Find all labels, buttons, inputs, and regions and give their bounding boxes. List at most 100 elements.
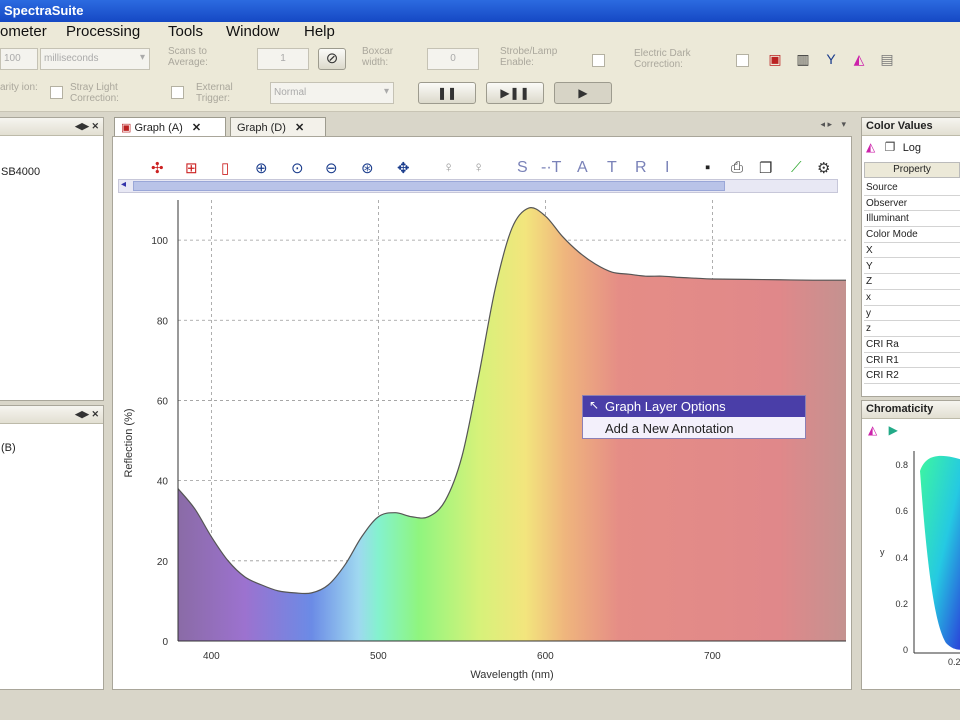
integration-time-input[interactable]: 100 <box>0 48 38 70</box>
tool-r[interactable]: R <box>635 159 647 177</box>
menu-item-label: Add a New Annotation <box>605 421 734 436</box>
electric-dark-checkbox[interactable] <box>736 54 749 67</box>
menu-processing[interactable]: Processing <box>66 23 140 40</box>
scrollbar-thumb[interactable] <box>133 181 725 191</box>
panel-controls-icon[interactable]: ◀▶ ✕ <box>75 409 99 420</box>
panel-title: Color Values <box>866 120 933 132</box>
tool-i[interactable]: I <box>665 159 669 177</box>
chroma-x-tick: 0.2 <box>948 657 960 667</box>
property-row: CRI R2 <box>864 368 960 385</box>
tab-label: Graph (A) <box>134 122 183 134</box>
external-trigger-label: External Trigger: <box>196 82 233 104</box>
zoom-box-icon[interactable]: ⊛ <box>361 159 374 177</box>
menu-item-label: Graph Layer Options <box>605 399 726 414</box>
copy-icon[interactable]: ❐ <box>759 159 772 177</box>
property-row: y <box>864 306 960 322</box>
tool-s[interactable]: S <box>517 159 528 177</box>
copy-icon[interactable]: ❐ <box>885 140 896 154</box>
panel-controls-icon[interactable]: ◀▶ ✕ <box>75 121 99 132</box>
save-icon[interactable]: ▪ <box>705 159 710 176</box>
chevron-down-icon: ▾ <box>383 86 389 97</box>
chroma-tick: 0.8 <box>895 460 908 470</box>
boxcar-value: 0 <box>450 53 456 64</box>
chroma-ylabel: y <box>880 547 885 557</box>
menu-help[interactable]: Help <box>304 23 335 40</box>
property-table: Source Observer Illuminant Color Mode X Y Zx y z… <box>864 180 960 394</box>
boxcar-width-input[interactable]: 0 <box>427 48 479 70</box>
cursor-icon: ↖ <box>589 398 600 412</box>
title-bar: SpectraSuite <box>0 0 960 22</box>
graph-context-menu: ↖ Graph Layer Options Add a New Annotati… <box>582 395 806 439</box>
graph-layer-options-item[interactable]: ↖ Graph Layer Options <box>583 396 805 417</box>
strobe-label: Strobe/Lamp Enable: <box>500 46 558 68</box>
image-icon[interactable]: ▣ <box>766 50 784 68</box>
print-icon[interactable]: ⎙ <box>731 159 743 176</box>
strobe-enable-checkbox[interactable] <box>592 54 605 67</box>
tab-label: Graph (D) <box>237 122 286 134</box>
play-button[interactable]: ▶ <box>554 82 612 104</box>
columns-icon[interactable]: ▥ <box>794 50 812 68</box>
property-header: Property <box>864 162 960 178</box>
zoom-fit-icon[interactable]: ⊙ <box>291 159 304 177</box>
trigger-mode-select[interactable]: Normal ▾ <box>270 82 394 104</box>
close-icon[interactable]: ✕ <box>192 122 201 134</box>
chevron-down-icon: ▾ <box>139 52 145 63</box>
log-button[interactable]: Log <box>903 142 921 154</box>
property-row: X <box>864 243 960 259</box>
menu-window[interactable]: Window <box>226 23 279 40</box>
integration-unit-select[interactable]: milliseconds ▾ <box>40 48 150 70</box>
stray-light-checkbox[interactable] <box>171 86 184 99</box>
add-annotation-item[interactable]: Add a New Annotation <box>583 418 805 439</box>
acquisition-toolbar: 100 milliseconds ▾ Scans to Average: 1 ⊘ … <box>0 42 960 112</box>
chart-icon[interactable]: ⟋ <box>791 159 802 176</box>
tab-list-icon[interactable]: ▾ <box>841 119 846 130</box>
window-icon[interactable]: ▤ <box>878 50 896 68</box>
tool-a[interactable]: A <box>577 159 588 177</box>
scroll-left-icon[interactable]: ◂ <box>121 179 126 190</box>
menu-spectrometer[interactable]: ometer <box>0 23 47 40</box>
boxcar-label: Boxcar width: <box>362 46 394 68</box>
color-values-panel: Color Values ◭ ❐ Log Property Source Obse… <box>861 117 960 397</box>
close-icon[interactable]: ✕ <box>295 122 304 134</box>
tool-t-line[interactable]: -·T <box>541 159 561 177</box>
graph-horizontal-scrollbar[interactable]: ◂ <box>118 179 838 193</box>
tab-graph-a[interactable]: ▣ Graph (A) ✕ <box>114 117 226 136</box>
spectrometer-item[interactable]: SB4000 <box>1 166 40 178</box>
vertical-bars-icon[interactable]: ▯ <box>221 159 229 177</box>
single-step-button[interactable]: ▶❚❚ <box>486 82 544 104</box>
trigger-mode-value: Normal <box>274 87 307 98</box>
settings-icon[interactable]: ⚙ <box>817 159 830 177</box>
property-row: Y <box>864 259 960 275</box>
panel-title: Chromaticity <box>866 403 934 415</box>
processing-panel: ◀▶ ✕ (B) <box>0 405 104 690</box>
cross-hair-icon[interactable]: ✣ <box>151 159 164 177</box>
pan-icon[interactable]: ✥ <box>397 159 410 177</box>
block-icon[interactable]: ⊘ <box>318 48 346 70</box>
bulb-icon[interactable]: ♀ <box>473 159 484 176</box>
graph-tabs: ▣ Graph (A) ✕ Graph (D) ✕ ◂ ▸ ▾ <box>112 117 852 137</box>
chromaticity-diagram: 0.8 0.6 0.4 0.2 0 y 0.2 <box>880 451 960 667</box>
scans-to-average-input[interactable]: 1 <box>257 48 309 70</box>
status-strip <box>0 690 960 720</box>
zoom-in-icon[interactable]: ⊕ <box>255 159 268 177</box>
menu-tools[interactable]: Tools <box>168 23 203 40</box>
color-triangle-icon[interactable]: ◭ <box>850 50 868 68</box>
filter-icon[interactable]: Y <box>822 50 840 68</box>
graph-icon: ▣ <box>121 122 132 134</box>
property-row: Color Mode <box>864 227 960 243</box>
tab-scroll-arrows-icon[interactable]: ◂ ▸ <box>820 119 832 130</box>
zoom-out-icon[interactable]: ⊖ <box>325 159 338 177</box>
tab-graph-d[interactable]: Graph (D) ✕ <box>230 117 326 136</box>
property-row: Observer <box>864 196 960 212</box>
electric-dark-label: Electric Dark Correction: <box>634 48 691 70</box>
processing-item[interactable]: (B) <box>1 442 16 454</box>
nonlinearity-checkbox[interactable] <box>50 86 63 99</box>
bulb-icon[interactable]: ♀ <box>443 159 454 176</box>
chromaticity-panel: Chromaticity ◭ ▶ 0.8 0.6 0.4 0.2 0 y 0.2 <box>861 400 960 690</box>
color-triangle-icon[interactable]: ◭ <box>866 140 875 154</box>
property-row: CRI R1 <box>864 353 960 369</box>
tool-t[interactable]: T <box>607 159 617 177</box>
grid-icon[interactable]: ⊞ <box>185 159 198 177</box>
pause-button[interactable]: ❚❚ <box>418 82 476 104</box>
color-values-toolbar: ◭ ❐ Log <box>866 140 921 154</box>
